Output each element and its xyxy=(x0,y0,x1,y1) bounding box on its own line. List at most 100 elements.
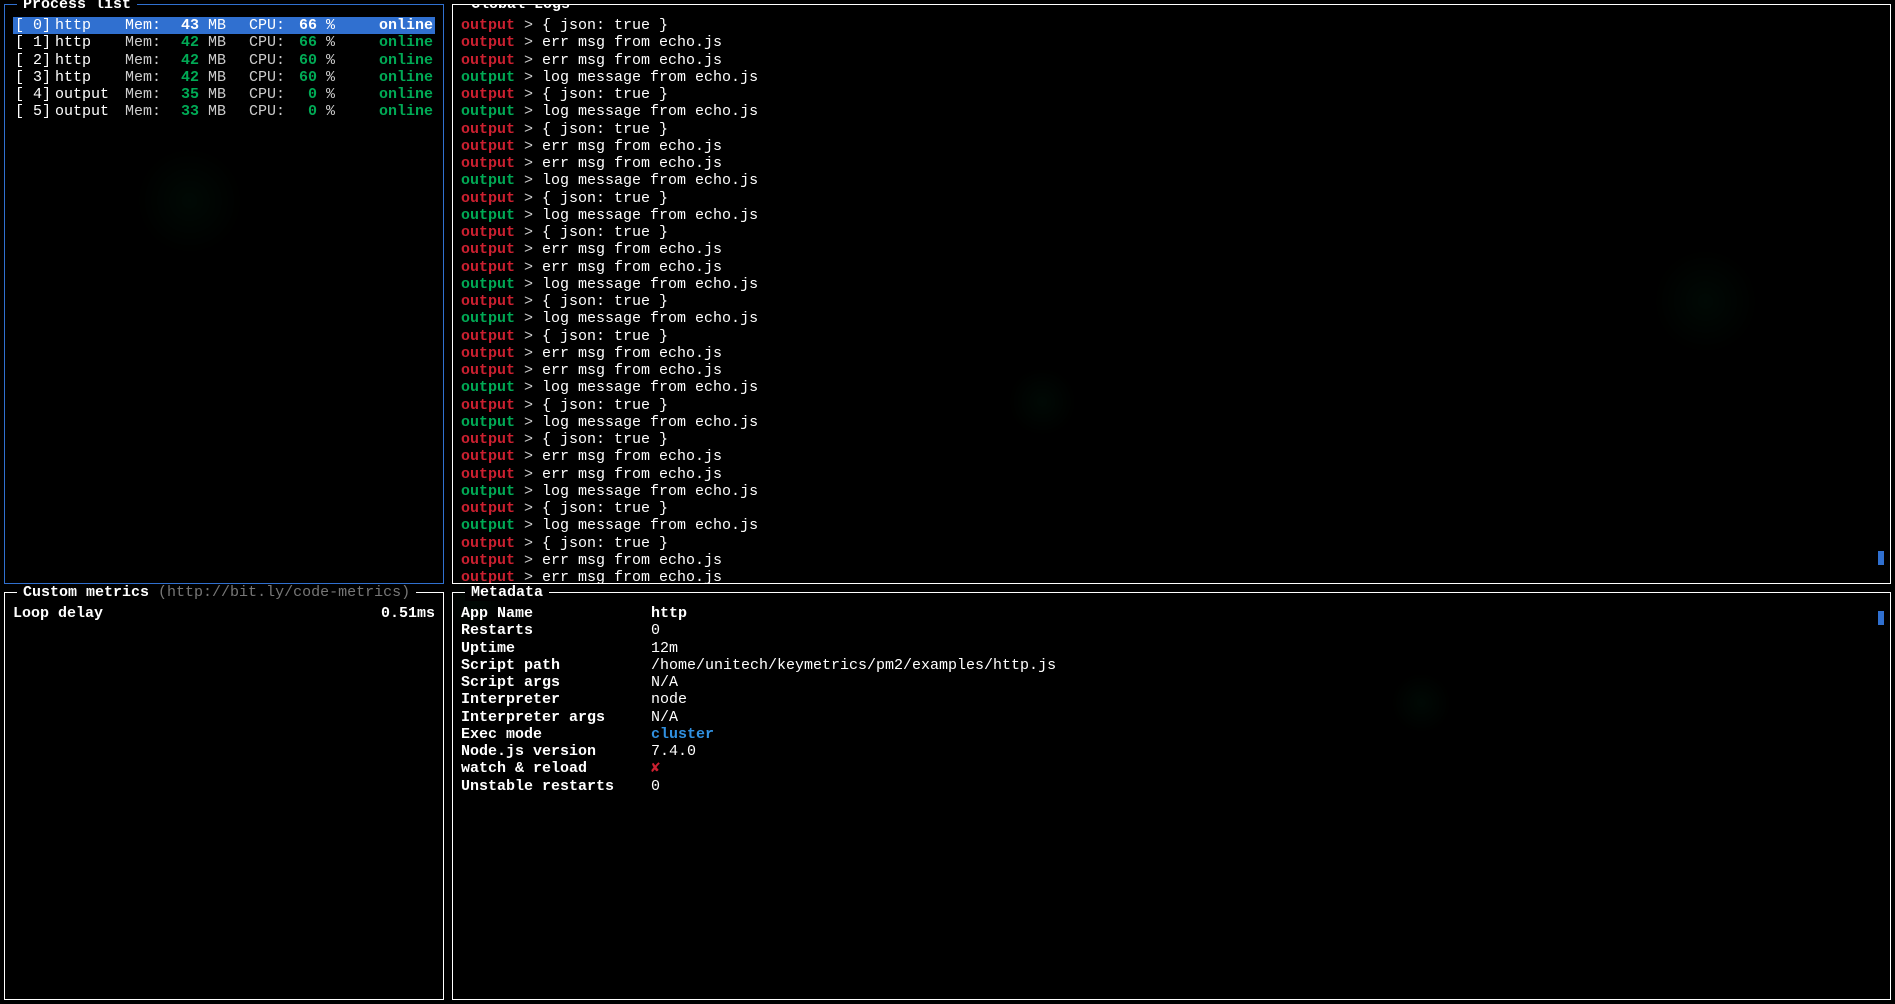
log-message: log message from echo.js xyxy=(542,379,758,396)
log-line: output > err msg from echo.js xyxy=(461,34,1882,51)
metadata-key: Script path xyxy=(461,657,651,674)
log-line: output > { json: true } xyxy=(461,397,1882,414)
log-separator: > xyxy=(515,328,542,345)
log-message: { json: true } xyxy=(542,431,668,448)
metadata-scroll-indicator[interactable] xyxy=(1878,611,1884,625)
metadata-value: 0 xyxy=(651,622,660,639)
log-source: output xyxy=(461,276,515,293)
mem-value: 42 xyxy=(167,34,199,51)
process-row[interactable]: [ 3]httpMem:42 MBCPU:60 %online xyxy=(13,69,435,86)
process-row[interactable]: [ 0]httpMem:43 MBCPU:66 %online xyxy=(13,17,435,34)
metadata-row: Interpreter argsN/A xyxy=(461,709,1882,726)
metadata-row: Exec modecluster xyxy=(461,726,1882,743)
log-separator: > xyxy=(515,517,542,534)
process-list-panel[interactable]: Process list [ 0]httpMem:43 MBCPU:66 %on… xyxy=(4,4,444,584)
process-status: online xyxy=(337,52,433,69)
metadata-row: watch & reload✘ xyxy=(461,760,1882,777)
log-line: output > log message from echo.js xyxy=(461,310,1882,327)
log-source: output xyxy=(461,207,515,224)
log-line: output > log message from echo.js xyxy=(461,517,1882,534)
mem-unit: MB xyxy=(199,17,229,34)
process-row[interactable]: [ 1]httpMem:42 MBCPU:66 %online xyxy=(13,34,435,51)
process-list-body: [ 0]httpMem:43 MBCPU:66 %online[ 1]httpM… xyxy=(13,17,435,121)
process-row[interactable]: [ 5]outputMem:33 MBCPU:0 %online xyxy=(13,103,435,120)
log-source: output xyxy=(461,34,515,51)
metadata-value: node xyxy=(651,691,687,708)
process-id: [ 1] xyxy=(15,34,55,51)
log-message: { json: true } xyxy=(542,293,668,310)
log-message: log message from echo.js xyxy=(542,172,758,189)
panel-title-text: Custom metrics xyxy=(23,584,149,601)
log-separator: > xyxy=(515,138,542,155)
log-message: err msg from echo.js xyxy=(542,155,722,172)
metadata-key: Unstable restarts xyxy=(461,778,651,795)
log-separator: > xyxy=(515,431,542,448)
log-separator: > xyxy=(515,155,542,172)
cpu-label: CPU: xyxy=(229,34,289,51)
metadata-value: 12m xyxy=(651,640,678,657)
panel-title-text: Metadata xyxy=(471,584,543,601)
log-separator: > xyxy=(515,362,542,379)
metric-label: Loop delay xyxy=(13,605,103,622)
log-separator: > xyxy=(515,207,542,224)
log-separator: > xyxy=(515,52,542,69)
log-line: output > log message from echo.js xyxy=(461,276,1882,293)
metadata-key: Node.js version xyxy=(461,743,651,760)
log-line: output > err msg from echo.js xyxy=(461,448,1882,465)
log-source: output xyxy=(461,345,515,362)
metadata-row: Interpreternode xyxy=(461,691,1882,708)
log-source: output xyxy=(461,362,515,379)
log-line: output > { json: true } xyxy=(461,293,1882,310)
process-name: http xyxy=(55,34,125,51)
log-source: output xyxy=(461,172,515,189)
metadata-panel[interactable]: Metadata App NamehttpRestarts0Uptime12mS… xyxy=(452,592,1891,1000)
mem-label: Mem: xyxy=(125,103,167,120)
mem-value: 33 xyxy=(167,103,199,120)
log-source: output xyxy=(461,431,515,448)
metadata-key: Script args xyxy=(461,674,651,691)
log-source: output xyxy=(461,483,515,500)
log-line: output > log message from echo.js xyxy=(461,172,1882,189)
log-separator: > xyxy=(515,69,542,86)
log-line: output > { json: true } xyxy=(461,121,1882,138)
metadata-key: Uptime xyxy=(461,640,651,657)
log-source: output xyxy=(461,52,515,69)
cpu-unit: % xyxy=(317,52,337,69)
log-message: log message from echo.js xyxy=(542,276,758,293)
log-message: err msg from echo.js xyxy=(542,345,722,362)
log-line: output > log message from echo.js xyxy=(461,379,1882,396)
log-line: output > err msg from echo.js xyxy=(461,552,1882,569)
log-separator: > xyxy=(515,103,542,120)
metadata-value: /home/unitech/keymetrics/pm2/examples/ht… xyxy=(651,657,1056,674)
mem-unit: MB xyxy=(199,69,229,86)
custom-metrics-panel[interactable]: Custom metrics (http://bit.ly/code-metri… xyxy=(4,592,444,1000)
metadata-row: Node.js version7.4.0 xyxy=(461,743,1882,760)
logs-scroll-indicator[interactable] xyxy=(1878,551,1884,565)
metadata-key: Restarts xyxy=(461,622,651,639)
cpu-value: 0 xyxy=(289,86,317,103)
log-message: log message from echo.js xyxy=(542,69,758,86)
log-separator: > xyxy=(515,310,542,327)
log-line: output > err msg from echo.js xyxy=(461,155,1882,172)
log-message: { json: true } xyxy=(542,535,668,552)
process-row[interactable]: [ 2]httpMem:42 MBCPU:60 %online xyxy=(13,52,435,69)
metadata-key: watch & reload xyxy=(461,760,651,777)
panel-title-text: Global Logs xyxy=(471,4,570,13)
metadata-value: 7.4.0 xyxy=(651,743,696,760)
mem-label: Mem: xyxy=(125,86,167,103)
cpu-value: 66 xyxy=(289,34,317,51)
process-id: [ 3] xyxy=(15,69,55,86)
log-line: output > log message from echo.js xyxy=(461,207,1882,224)
log-source: output xyxy=(461,310,515,327)
log-line: output > { json: true } xyxy=(461,431,1882,448)
global-logs-title: Global Logs xyxy=(465,4,576,13)
log-source: output xyxy=(461,414,515,431)
global-logs-panel[interactable]: Global Logs output > { json: true }outpu… xyxy=(452,4,1891,584)
process-row[interactable]: [ 4]outputMem:35 MBCPU:0 %online xyxy=(13,86,435,103)
process-status: online xyxy=(337,69,433,86)
log-message: { json: true } xyxy=(542,121,668,138)
log-source: output xyxy=(461,241,515,258)
log-line: output > err msg from echo.js xyxy=(461,569,1882,584)
log-line: output > log message from echo.js xyxy=(461,103,1882,120)
log-message: err msg from echo.js xyxy=(542,569,722,584)
